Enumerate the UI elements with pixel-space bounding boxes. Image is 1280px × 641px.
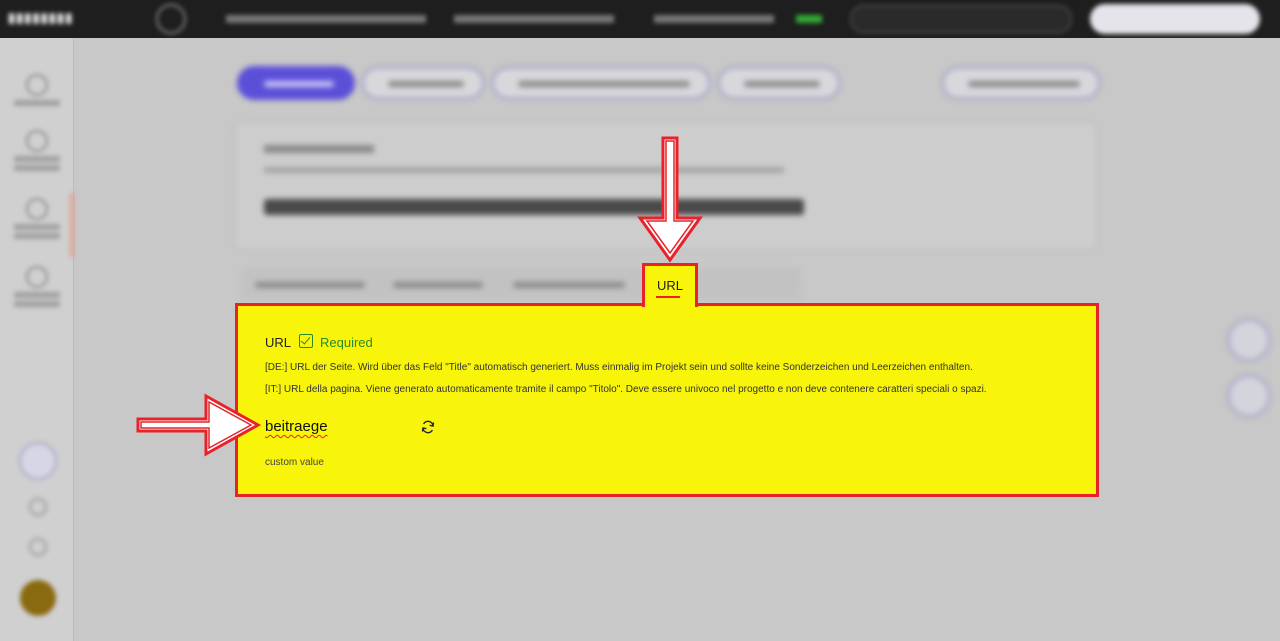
custom-value-hint: custom value	[265, 457, 324, 468]
tab-url-label: URL	[656, 278, 683, 293]
project-icon[interactable]	[156, 4, 186, 34]
tab-active-underline	[656, 296, 680, 298]
refresh-icon[interactable]	[420, 419, 436, 435]
tab-images[interactable]	[393, 282, 483, 288]
environment-selector[interactable]	[454, 15, 614, 23]
required-label: Required	[320, 335, 373, 350]
url-input[interactable]: beitraege	[265, 418, 328, 435]
sidebar-item-2[interactable]	[14, 130, 60, 180]
sidebar-active-indicator	[70, 193, 74, 257]
right-panel-button-2[interactable]	[1227, 374, 1271, 418]
save-button[interactable]	[237, 66, 355, 100]
toolbar-button-right[interactable]	[941, 66, 1101, 100]
description-de: [DE:] URL der Seite. Wird über das Feld …	[265, 362, 973, 373]
right-panel-button-1[interactable]	[1227, 318, 1271, 362]
sidebar	[0, 38, 74, 641]
url-field-label: URL	[265, 335, 292, 350]
toolbar-button-3[interactable]	[491, 66, 711, 100]
tab-panel-join	[645, 300, 695, 307]
checkbox-checked-icon	[299, 334, 313, 348]
sidebar-notifications-icon[interactable]	[29, 538, 47, 556]
sidebar-settings-icon[interactable]	[29, 498, 47, 516]
top-bar: ▮▮▮▮▮▮▮▮	[0, 0, 1280, 38]
locale-select[interactable]	[850, 5, 1072, 33]
url-field-panel: URL Required [DE:] URL der Seite. Wird ü…	[235, 303, 1099, 497]
top-action-button[interactable]	[1090, 4, 1260, 34]
arrow-down-annotation	[637, 136, 703, 263]
tab-bar	[241, 268, 801, 300]
status-indicator	[796, 15, 822, 23]
sidebar-add-button[interactable]	[19, 442, 57, 480]
workspace-selector[interactable]	[226, 15, 426, 23]
avatar[interactable]	[20, 580, 56, 616]
sidebar-item-1[interactable]	[14, 74, 60, 124]
sidebar-item-3[interactable]	[14, 198, 60, 248]
toolbar-button-2[interactable]	[361, 66, 485, 100]
app-logo: ▮▮▮▮▮▮▮▮	[8, 10, 74, 25]
sidebar-item-4[interactable]	[14, 266, 60, 316]
status-text	[654, 15, 774, 23]
description-it: [IT:] URL della pagina. Viene generato a…	[265, 384, 987, 395]
arrow-right-annotation	[136, 393, 262, 457]
tab-attachments[interactable]	[513, 282, 625, 288]
toolbar-button-4[interactable]	[717, 66, 841, 100]
tab-general[interactable]	[255, 282, 365, 288]
